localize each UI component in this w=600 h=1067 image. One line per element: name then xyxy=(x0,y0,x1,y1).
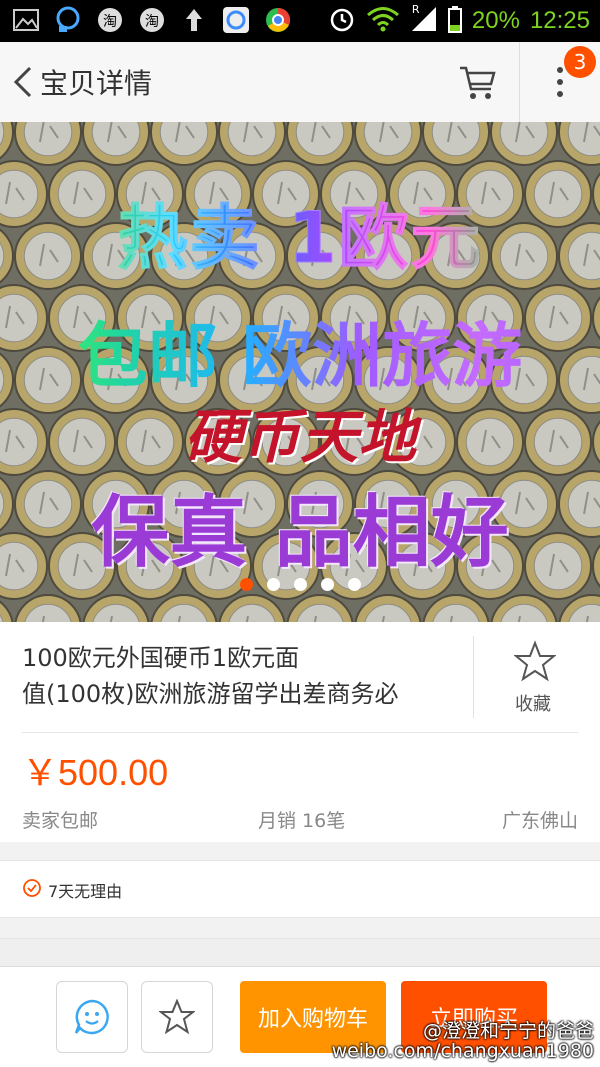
svg-text:淘: 淘 xyxy=(103,14,117,30)
qq-icon xyxy=(54,6,82,34)
wifi-icon xyxy=(366,6,400,36)
carousel-indicator xyxy=(0,578,600,591)
shipping-info: 卖家包邮 xyxy=(22,810,99,832)
battery-icon xyxy=(447,5,462,37)
favorite-store-button[interactable] xyxy=(141,981,213,1053)
carousel-dot[interactable] xyxy=(320,578,334,591)
star-outline-icon xyxy=(514,640,556,682)
hero-text-line2: 包邮 欧洲旅游 xyxy=(0,300,600,401)
coin xyxy=(14,122,82,166)
watermark-author: @澄澄和宁宁的爸爸 xyxy=(422,1020,594,1042)
price: ￥500.00 xyxy=(22,752,169,793)
cart-icon xyxy=(460,66,496,99)
hero-text-line3: 硬币天地 xyxy=(183,403,416,471)
favorite-button[interactable]: 收藏 xyxy=(474,622,600,732)
chevron-left-icon xyxy=(13,66,32,98)
cart-button[interactable] xyxy=(458,62,498,102)
check-circle-icon xyxy=(23,879,41,897)
hero-text-line1: 热卖 1欧元 xyxy=(0,182,600,283)
image-icon xyxy=(12,6,40,34)
divider xyxy=(22,732,578,733)
coin xyxy=(286,594,354,622)
watermark-url: weibo.com/changxuan1980 xyxy=(331,1040,594,1062)
coin xyxy=(354,122,422,166)
page-title: 宝贝详情 xyxy=(40,67,153,100)
coin xyxy=(558,122,600,166)
coin xyxy=(150,594,218,622)
alarm-icon xyxy=(328,5,356,37)
coin xyxy=(354,594,422,622)
carousel-dot[interactable] xyxy=(347,578,361,591)
coin xyxy=(218,122,286,166)
location: 广东佛山 xyxy=(501,810,578,832)
coin xyxy=(150,122,218,166)
clock: 12:25 xyxy=(529,7,590,34)
carousel-dot[interactable] xyxy=(266,578,280,591)
product-image-carousel[interactable]: 热卖 1欧元 包邮 欧洲旅游 硬币天地 保真 品相好 xyxy=(0,122,600,622)
coin xyxy=(14,594,82,622)
taobao-icon: 淘 xyxy=(138,6,166,34)
coin xyxy=(490,594,558,622)
coin xyxy=(82,122,150,166)
section-gap xyxy=(0,938,600,967)
coin xyxy=(0,122,14,160)
monthly-sales: 月销 16笔 xyxy=(258,810,346,832)
hero-text-line4: 保真 品相好 xyxy=(91,488,509,578)
product-title: 100欧元外国硬币1欧元面 值(100枚)欧洲旅游留学出差商务必 xyxy=(22,644,399,708)
coin xyxy=(490,122,558,166)
coin xyxy=(286,122,354,166)
carousel-dot[interactable] xyxy=(293,578,307,591)
coin xyxy=(422,122,490,166)
cart-count-badge: 3 xyxy=(564,46,596,78)
back-button[interactable] xyxy=(10,64,38,100)
svg-text:淘: 淘 xyxy=(145,14,159,30)
browser-icon xyxy=(222,6,250,34)
guarantee-strip[interactable]: 7天无理由 xyxy=(0,860,600,918)
carousel-dot[interactable] xyxy=(239,578,253,591)
coin xyxy=(82,594,150,622)
star-outline-icon xyxy=(159,999,195,1035)
header: 宝贝详情 3 xyxy=(0,42,600,123)
coin xyxy=(218,594,286,622)
signal-icon: R xyxy=(410,3,438,37)
upload-arrow-icon xyxy=(180,6,208,34)
favorite-label: 收藏 xyxy=(515,694,551,715)
taobao-icon: 淘 xyxy=(96,6,124,34)
coin xyxy=(422,594,490,622)
chrome-icon xyxy=(264,6,292,34)
header-divider xyxy=(519,42,520,122)
battery-percent: 20% xyxy=(471,7,520,34)
product-info: 100欧元外国硬币1欧元面 值(100枚)欧洲旅游留学出差商务必 收藏 ￥500… xyxy=(0,622,600,842)
guarantee-text: 7天无理由 xyxy=(48,882,123,901)
status-bar: 淘 淘 R 20% 12:25 xyxy=(0,0,600,42)
customer-service-button[interactable] xyxy=(56,981,128,1053)
chat-face-icon xyxy=(74,999,109,1035)
